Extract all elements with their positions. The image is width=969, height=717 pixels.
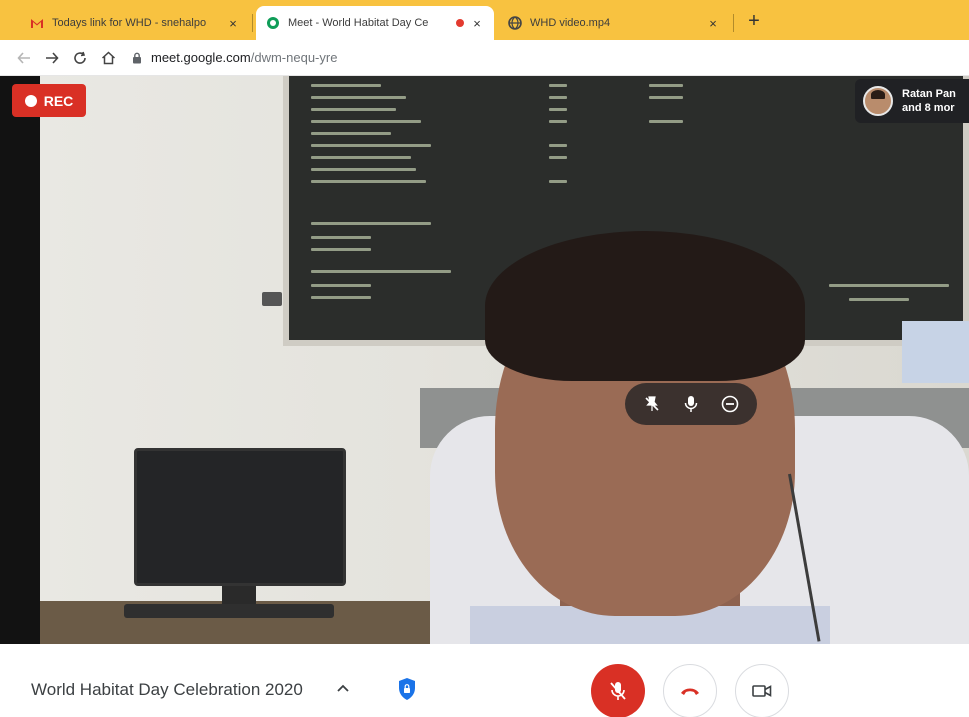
remove-button[interactable] [717, 391, 743, 417]
tab-separator [252, 14, 253, 32]
recording-badge: REC [12, 84, 86, 117]
recording-indicator-icon [456, 19, 464, 27]
tile-mic-button[interactable] [678, 391, 704, 417]
home-icon [101, 50, 115, 64]
back-button[interactable] [10, 44, 38, 72]
minus-circle-icon [721, 395, 738, 413]
reload-icon [74, 51, 86, 64]
tile-controls [625, 383, 757, 425]
address-bar[interactable]: meet.google.com/dwm-nequ-yre [132, 50, 337, 65]
gmail-icon [31, 18, 43, 28]
tab-gmail[interactable]: Todays link for WHD - snehalpo × [20, 6, 250, 40]
tab-separator [733, 14, 734, 32]
tab-title: Meet - World Habitat Day Ce [288, 17, 429, 29]
record-icon [24, 94, 37, 107]
mute-microphone-button[interactable] [591, 664, 645, 717]
leave-call-button[interactable] [663, 664, 717, 717]
participants-chip[interactable]: Ratan Pan and 8 mor [855, 79, 969, 123]
new-tab-button[interactable]: + [742, 10, 766, 32]
avatar [863, 86, 893, 116]
video-keyboard [124, 604, 334, 618]
browser-window: Todays link for WHD - snehalpo × Meet - … [0, 0, 969, 717]
participant-video-tile: REC Ratan Pan and 8 mor [0, 76, 969, 644]
globe-icon [508, 16, 522, 30]
toggle-camera-button[interactable] [735, 664, 789, 717]
microphone-icon [684, 396, 698, 412]
microphone-off-icon [610, 682, 626, 700]
meeting-controls-bar: World Habitat Day Celebration 2020 [0, 644, 969, 717]
video-camera-icon [752, 685, 772, 697]
tab-video[interactable]: WHD video.mp4 × [498, 6, 730, 40]
meeting-title[interactable]: World Habitat Day Celebration 2020 [31, 680, 303, 700]
browser-toolbar: meet.google.com/dwm-nequ-yre [0, 40, 969, 76]
meeting-safety-button[interactable] [395, 675, 419, 703]
tab-strip: Todays link for WHD - snehalpo × Meet - … [0, 0, 969, 40]
shield-lock-icon [399, 678, 415, 700]
video-wall-switch [262, 292, 282, 306]
pin-off-icon [645, 396, 659, 411]
chevron-up-icon [337, 684, 349, 692]
participant-count: and 8 mor [902, 102, 955, 114]
video-poster [902, 321, 969, 383]
tab-title: Todays link for WHD - snehalpo [52, 17, 207, 29]
recording-label: REC [43, 92, 74, 109]
participant-name: Ratan Pan [902, 88, 956, 100]
lock-icon [133, 52, 141, 63]
arrow-left-icon [17, 51, 30, 64]
meeting-details-button[interactable] [333, 678, 353, 698]
url-path: /dwm-nequ-yre [250, 50, 338, 65]
video-monitor-stand [222, 586, 256, 606]
url-host: meet.google.com [151, 50, 251, 65]
pin-button[interactable] [639, 391, 665, 417]
tab-title: WHD video.mp4 [530, 17, 611, 29]
home-button[interactable] [94, 44, 122, 72]
video-monitor [134, 448, 346, 586]
forward-button[interactable] [38, 44, 66, 72]
tab-close-button[interactable]: × [226, 16, 240, 31]
hang-up-icon [681, 688, 699, 695]
video-person-hair [485, 231, 805, 381]
tab-close-button[interactable]: × [470, 16, 484, 31]
tab-close-button[interactable]: × [706, 16, 720, 31]
arrow-right-icon [46, 51, 59, 64]
reload-button[interactable] [66, 44, 94, 72]
meet-icon [267, 17, 279, 29]
tab-meet[interactable]: Meet - World Habitat Day Ce × [256, 6, 494, 40]
video-left-letterbox [0, 76, 40, 644]
